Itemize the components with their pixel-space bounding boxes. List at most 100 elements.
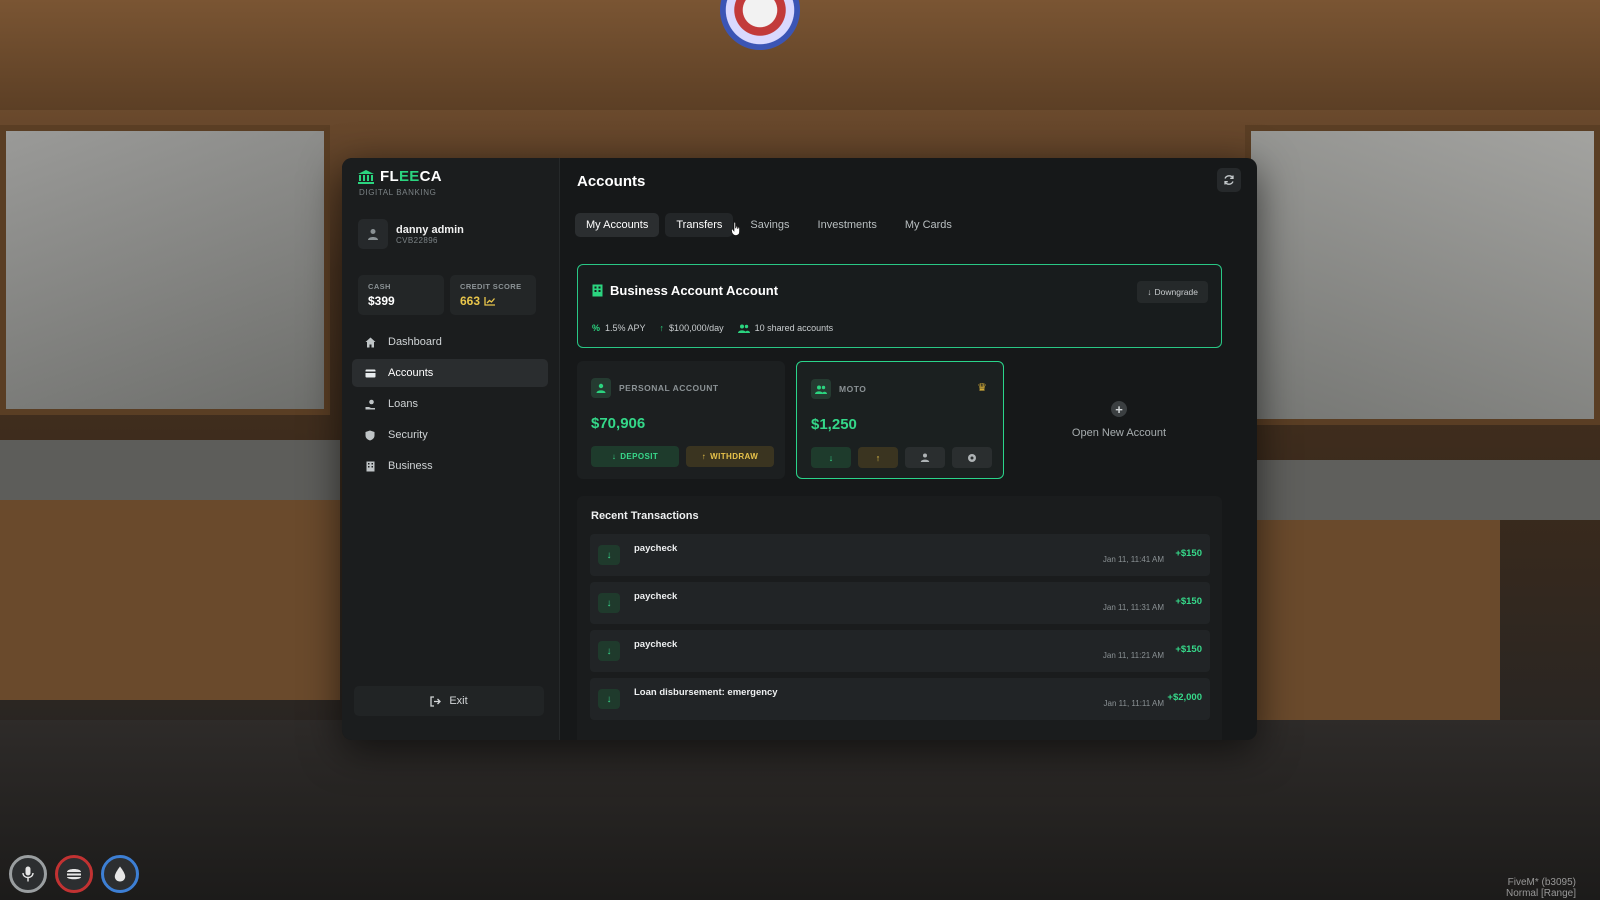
transaction-list: ↓ paycheck Jan 11, 11:41 AM +$150 ↓ payc… (590, 534, 1210, 726)
sidebar-item-dashboard[interactable]: Dashboard (352, 328, 548, 356)
sidebar-item-loans[interactable]: Loans (352, 390, 548, 418)
voice-indicator (9, 855, 47, 893)
account-header: MOTO (811, 379, 866, 399)
user-profile: danny admin CVB22896 (358, 219, 464, 249)
exit-button[interactable]: Exit (354, 686, 544, 716)
background-counter-left (0, 440, 340, 500)
background-window-left (0, 125, 330, 415)
arrow-up-icon: ↑ (875, 452, 881, 463)
building-icon (592, 284, 603, 297)
refresh-button[interactable] (1217, 168, 1241, 192)
tab-transfers[interactable]: Transfers (665, 213, 741, 237)
limit-info: ↑ $100,000/day (660, 323, 724, 333)
sidebar-item-label: Accounts (388, 367, 434, 379)
microphone-icon (22, 866, 34, 882)
building-icon (364, 460, 376, 472)
background-floor (0, 720, 1600, 900)
gear-icon (968, 453, 976, 462)
arrow-down-icon: ↓ (598, 545, 620, 565)
moto-account-card[interactable]: MOTO ♛ $1,250 ↓ ↑ (796, 361, 1004, 479)
arrow-down-icon: ↓ (598, 689, 620, 709)
transaction-date: Jan 11, 11:11 AM (1103, 699, 1164, 708)
arrow-down-icon: ↓ (828, 452, 834, 463)
transaction-name: Loan disbursement: emergency (634, 687, 778, 698)
tab-investments[interactable]: Investments (807, 213, 888, 237)
account-header: PERSONAL ACCOUNT (591, 378, 719, 398)
transaction-row[interactable]: ↓ paycheck Jan 11, 11:21 AM +$150 (590, 630, 1210, 672)
arrow-down-icon: ↓ (598, 593, 620, 613)
avatar (358, 219, 388, 249)
logout-icon (430, 695, 442, 707)
arrow-down-icon: ↓ (1147, 287, 1152, 297)
sidebar-item-security[interactable]: Security (352, 421, 548, 449)
business-account-meta: % 1.5% APY ↑ $100,000/day 10 shared acco… (592, 323, 833, 333)
transaction-date: Jan 11, 11:31 AM (1102, 603, 1164, 612)
account-actions: ↓ ↑ (811, 447, 992, 468)
crown-icon: ♛ (977, 382, 987, 394)
transaction-row[interactable]: ↓ Loan disbursement: emergency Jan 11, 1… (590, 678, 1210, 720)
refresh-icon (1224, 175, 1234, 185)
manage-members-button[interactable] (905, 447, 945, 468)
arrow-up-icon: ↑ (701, 452, 707, 461)
transaction-row[interactable]: ↓ paycheck Jan 11, 11:41 AM +$150 (590, 534, 1210, 576)
users-icon (737, 324, 750, 333)
sidebar-item-business[interactable]: Business (352, 452, 548, 480)
plus-icon: + (1111, 401, 1127, 417)
shared-value: 10 shared accounts (754, 323, 834, 333)
sidebar-item-accounts[interactable]: Accounts (352, 359, 548, 387)
tabs: My Accounts Transfers Savings Investment… (575, 213, 963, 237)
brand-logo: FLEECA (358, 168, 442, 185)
transaction-row[interactable]: ↓ paycheck Jan 11, 11:31 AM +$150 (590, 582, 1210, 624)
recent-transactions-title: Recent Transactions (591, 510, 699, 522)
brand-name: FLEECA (380, 168, 442, 185)
credit-score-stat: CREDIT SCORE 663 (450, 275, 536, 315)
user-icon (368, 229, 378, 240)
cash-label: CASH (368, 282, 391, 291)
business-account-title-row: Business Account Account (592, 283, 778, 298)
credit-score-value-row: 663 (460, 294, 526, 308)
transaction-name: paycheck (634, 543, 678, 554)
withdraw-button[interactable]: ↑ WITHDRAW (686, 446, 774, 467)
bank-icon (358, 169, 374, 184)
users-icon (811, 379, 831, 399)
sidebar-item-label: Business (388, 460, 433, 472)
business-account-card: Business Account Account ↓ Downgrade % 1… (577, 264, 1222, 348)
deposit-button[interactable]: ↓ (811, 447, 851, 468)
user-id: CVB22896 (396, 235, 438, 245)
burger-icon (67, 869, 81, 880)
account-balance: $1,250 (811, 416, 857, 433)
personal-account-card[interactable]: PERSONAL ACCOUNT $70,906 ↓ DEPOSIT ↑ WIT… (577, 361, 785, 479)
deposit-button[interactable]: ↓ DEPOSIT (591, 446, 679, 467)
tab-savings[interactable]: Savings (739, 213, 800, 237)
account-name: PERSONAL ACCOUNT (619, 383, 719, 393)
transaction-date: Jan 11, 11:41 AM (1102, 555, 1164, 564)
hand-coin-icon (364, 398, 376, 410)
watermark-line1: FiveM* (b3095) (1507, 877, 1576, 888)
user-name: danny admin (396, 223, 464, 236)
home-icon (364, 336, 376, 348)
user-icon (920, 453, 930, 462)
watermark-line2: Normal [Range] (1505, 888, 1576, 899)
transaction-amount: +$150 (1175, 548, 1202, 559)
water-drop-icon (114, 866, 126, 882)
settings-button[interactable] (952, 447, 992, 468)
transaction-date: Jan 11, 11:21 AM (1102, 651, 1164, 660)
open-new-account-button[interactable]: + Open New Account (1020, 361, 1218, 479)
tab-my-cards[interactable]: My Cards (894, 213, 963, 237)
apy-info: % 1.5% APY (592, 323, 646, 333)
downgrade-button[interactable]: ↓ Downgrade (1137, 281, 1208, 303)
account-balance: $70,906 (591, 415, 646, 432)
pointer-cursor-icon (731, 222, 741, 236)
background-panel-right (1240, 520, 1500, 720)
credit-score-label: CREDIT SCORE (460, 282, 522, 291)
transaction-amount: +$150 (1175, 596, 1202, 607)
deposit-label: DEPOSIT (620, 452, 659, 461)
percent-icon: % (592, 323, 601, 333)
sidebar: FLEECA DIGITAL BANKING danny admin CVB22… (342, 158, 560, 740)
arrow-down-icon: ↓ (598, 641, 620, 661)
main-content: Accounts My Accounts Transfers Savings I… (560, 158, 1257, 740)
tab-my-accounts[interactable]: My Accounts (575, 213, 660, 237)
sidebar-item-label: Dashboard (388, 336, 442, 348)
exit-label: Exit (449, 695, 468, 707)
withdraw-button[interactable]: ↑ (858, 447, 898, 468)
